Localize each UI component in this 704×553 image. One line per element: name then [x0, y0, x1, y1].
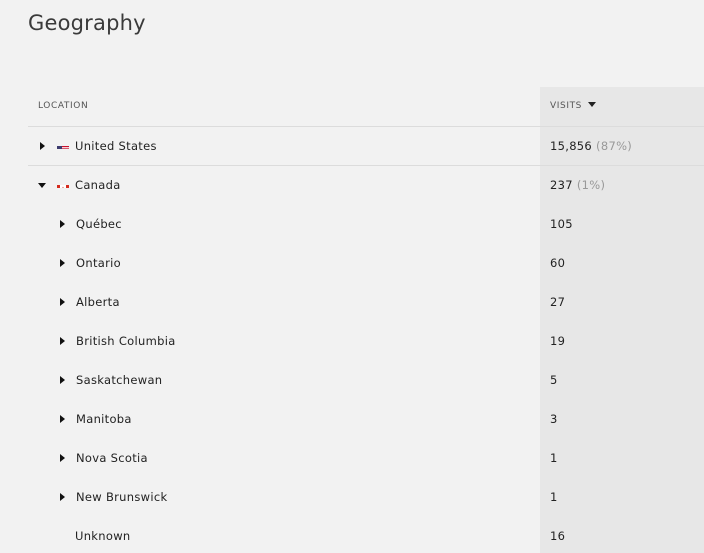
page-title: Geography: [28, 11, 146, 35]
geography-table: LOCATION VISITS United States 15,856 (87%…: [28, 87, 704, 553]
location-name: Saskatchewan: [76, 373, 163, 387]
visits-percent: (87%): [596, 139, 633, 153]
expand-caret-icon[interactable]: [40, 142, 45, 150]
table-row[interactable]: British Columbia 19: [28, 322, 704, 361]
location-name: Unknown: [75, 529, 131, 543]
expand-caret-icon[interactable]: [60, 376, 65, 384]
location-name: Manitoba: [76, 412, 132, 426]
expand-caret-icon[interactable]: [60, 493, 65, 501]
visits-count: 3: [550, 412, 558, 426]
visits-count: 1: [550, 490, 558, 504]
visits-count: 27: [550, 295, 566, 309]
visits-count: 19: [550, 334, 566, 348]
visits-count: 1: [550, 451, 558, 465]
table-row[interactable]: Alberta 27: [28, 283, 704, 322]
expand-caret-icon[interactable]: [60, 415, 65, 423]
table-row[interactable]: Manitoba 3: [28, 400, 704, 439]
table-row[interactable]: United States 15,856 (87%): [28, 127, 704, 166]
visits-value: 237 (1%): [550, 178, 605, 192]
table-row: Unknown 16: [28, 517, 704, 553]
expand-caret-icon[interactable]: [60, 454, 65, 462]
expand-caret-icon[interactable]: [60, 220, 65, 228]
us-flag-icon: [57, 141, 69, 149]
table-header: LOCATION VISITS: [28, 87, 704, 127]
location-name: Ontario: [76, 256, 121, 270]
location-name: British Columbia: [76, 334, 176, 348]
canada-flag-icon: [57, 180, 69, 188]
table-row[interactable]: New Brunswick 1: [28, 478, 704, 517]
location-name: New Brunswick: [76, 490, 168, 504]
sort-descending-icon[interactable]: [588, 102, 596, 107]
expand-caret-icon[interactable]: [60, 337, 65, 345]
geography-panel: Geography LOCATION VISITS United States …: [0, 0, 704, 553]
location-name: Canada: [75, 178, 121, 192]
expand-caret-icon[interactable]: [60, 259, 65, 267]
table-row[interactable]: Nova Scotia 1: [28, 439, 704, 478]
visits-count: 15,856: [550, 139, 593, 153]
location-name: United States: [75, 139, 157, 153]
location-name: Québec: [76, 217, 122, 231]
location-name: Nova Scotia: [76, 451, 148, 465]
location-name: Alberta: [76, 295, 120, 309]
visits-count: 60: [550, 256, 566, 270]
visits-header-label: VISITS: [550, 101, 582, 111]
location-column-header: LOCATION: [38, 101, 89, 111]
table-row[interactable]: Ontario 60: [28, 244, 704, 283]
visits-count: 5: [550, 373, 558, 387]
table-row[interactable]: Saskatchewan 5: [28, 361, 704, 400]
visits-count: 237: [550, 178, 573, 192]
table-row[interactable]: Québec 105: [28, 205, 704, 244]
visits-percent: (1%): [576, 178, 606, 192]
collapse-caret-icon[interactable]: [38, 183, 46, 188]
visits-count: 16: [550, 529, 566, 543]
visits-count: 105: [550, 217, 573, 231]
visits-column-header[interactable]: VISITS: [550, 101, 596, 111]
expand-caret-icon[interactable]: [60, 298, 65, 306]
visits-value: 15,856 (87%): [550, 139, 632, 153]
table-row[interactable]: Canada 237 (1%): [28, 166, 704, 205]
